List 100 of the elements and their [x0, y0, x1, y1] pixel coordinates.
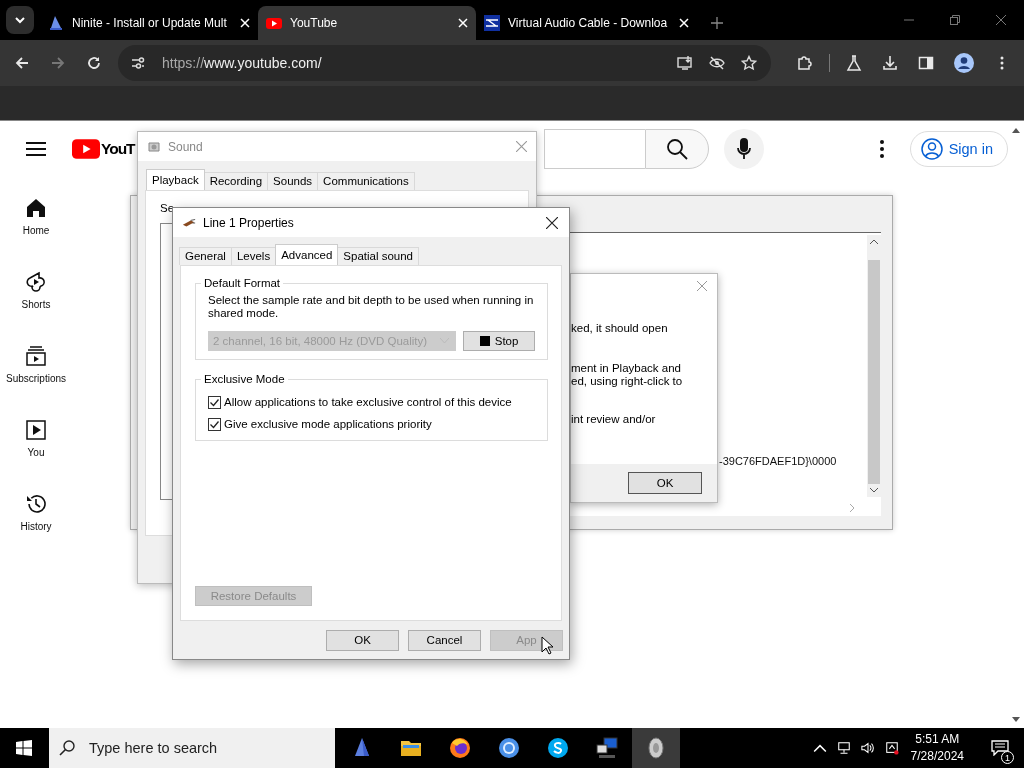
shorts-icon — [25, 271, 47, 293]
new-tab-icon[interactable] — [711, 17, 724, 29]
url-text: https://www.youtube.com/ — [162, 55, 322, 71]
play-logo-icon — [266, 15, 282, 31]
play-logo-icon[interactable] — [72, 139, 100, 159]
microphone-icon — [736, 138, 751, 160]
message-text: ked, it should open — [571, 322, 669, 335]
reload-icon[interactable] — [86, 55, 102, 71]
scroll-down-icon[interactable] — [1012, 717, 1020, 722]
download-icon[interactable] — [882, 55, 898, 71]
sidebar-item[interactable]: Home — [0, 197, 72, 271]
sidebar-item[interactable]: Subscriptions — [0, 345, 72, 419]
install-icon[interactable] — [677, 55, 693, 71]
history-icon — [25, 493, 47, 515]
voice-search-button[interactable] — [723, 129, 764, 169]
network-icon[interactable] — [836, 741, 851, 755]
person-icon — [920, 138, 943, 160]
description-text: Select the sample rate and bit depth to be used when running in shared mode. — [208, 294, 535, 320]
security-icon[interactable] — [884, 741, 899, 755]
back-icon[interactable] — [14, 55, 30, 71]
scroll-down-icon[interactable] — [870, 488, 878, 493]
search-placeholder: Type here to search — [89, 740, 218, 756]
scroll-thumb[interactable] — [868, 260, 880, 484]
clock-time[interactable]: 5:51 AM — [915, 731, 960, 748]
volume-icon[interactable] — [860, 741, 875, 755]
ok-button[interactable]: OK — [628, 472, 702, 494]
stop-square-icon — [479, 336, 490, 346]
message-text: int review and/or — [571, 413, 657, 426]
scroll-up-icon[interactable] — [870, 239, 878, 244]
notification-count: 1 — [1001, 751, 1014, 764]
flask-icon[interactable] — [846, 55, 862, 71]
tab[interactable]: Advanced — [275, 244, 339, 265]
sidebar-item[interactable]: Shorts — [0, 271, 72, 345]
notifications-icon[interactable] — [991, 740, 1009, 756]
message-text: ed, using right-click to — [571, 375, 684, 388]
close-icon[interactable] — [546, 216, 558, 229]
eye-off-icon[interactable] — [709, 55, 725, 71]
scrollbar[interactable] — [867, 235, 881, 497]
tab[interactable]: Recording — [203, 172, 269, 190]
play-square-icon — [25, 419, 47, 441]
checkbox[interactable] — [208, 417, 221, 431]
home-icon — [25, 197, 47, 219]
sidebar-label: You — [27, 447, 45, 458]
menu-icon[interactable] — [26, 141, 46, 157]
subscriptions-icon — [25, 345, 47, 367]
restore-icon[interactable] — [950, 15, 960, 25]
search-icon — [59, 740, 75, 756]
window-title: Sound — [168, 139, 203, 154]
profile-icon[interactable] — [954, 53, 974, 73]
checkbox-label: Give exclusive mode applications priority — [224, 418, 432, 430]
message-text: ment in Playback and — [571, 362, 682, 375]
search-field[interactable] — [543, 129, 645, 169]
sidebar-label: Subscriptions — [6, 373, 66, 384]
tab[interactable]: Playback — [146, 169, 205, 190]
checkbox[interactable] — [208, 395, 221, 409]
tab-title: YouTube — [290, 16, 339, 30]
dialog-button[interactable]: Cancel — [408, 629, 481, 651]
cable-icon — [484, 15, 500, 31]
tab[interactable]: Communications — [317, 172, 415, 190]
tab-title: Virtual Audio Cable - Downloa — [508, 16, 668, 30]
browser-tab[interactable]: Ninite - Install or Update Mult — [40, 6, 258, 40]
s-logo-icon — [546, 736, 570, 760]
sidebar-label: Home — [22, 225, 50, 236]
dialog-button[interactable]: OK — [326, 629, 399, 651]
speaker-icon — [147, 139, 161, 154]
computer-icon — [595, 736, 619, 760]
search-button[interactable] — [644, 129, 709, 169]
tab[interactable]: Spatial sound — [337, 247, 420, 265]
search-field[interactable]: Type here to search — [49, 728, 335, 768]
site-settings-icon[interactable] — [130, 55, 146, 71]
group-label: Exclusive Mode — [201, 372, 288, 386]
ring-globe-icon — [497, 736, 521, 760]
window-title: Line 1 Properties — [203, 215, 294, 230]
forward-icon[interactable] — [50, 55, 66, 71]
clock-date[interactable]: 7/28/2024 — [910, 748, 964, 765]
browser-tab[interactable]: Virtual Audio Cable - Downloa — [476, 6, 698, 40]
sidebar-item[interactable]: You — [0, 419, 72, 493]
search-icon — [665, 138, 688, 160]
checkbox-label: Allow applications to take exclusive control of this device — [224, 396, 512, 408]
address-bar[interactable]: https://www.youtube.com/ — [118, 45, 771, 81]
tab-title: Ninite - Install or Update Mult — [72, 16, 228, 30]
stop-button[interactable]: Stop — [463, 331, 535, 351]
more-icon[interactable] — [879, 140, 884, 158]
list-text: -39C76FDAEF1D}\0000 — [719, 455, 837, 467]
sidebar-item[interactable]: History — [0, 493, 72, 567]
star-icon[interactable] — [741, 55, 757, 71]
group-label: Default Format — [201, 276, 284, 290]
taskbar-app[interactable] — [632, 728, 680, 768]
scroll-up-icon[interactable] — [1012, 128, 1020, 133]
tab[interactable]: General — [179, 247, 232, 265]
mouse-cursor-icon — [541, 636, 553, 655]
logo-text[interactable]: YouT — [101, 140, 135, 158]
puzzle-icon[interactable] — [797, 55, 813, 71]
tab-list-button[interactable] — [6, 6, 34, 34]
browser-tab[interactable]: YouTube — [258, 6, 476, 40]
start-icon[interactable] — [16, 740, 32, 756]
fox-globe-icon — [448, 736, 472, 760]
side-panel-icon[interactable] — [918, 55, 934, 71]
sail-icon — [48, 15, 64, 31]
sign-in-button[interactable]: Sign in — [909, 131, 1008, 167]
